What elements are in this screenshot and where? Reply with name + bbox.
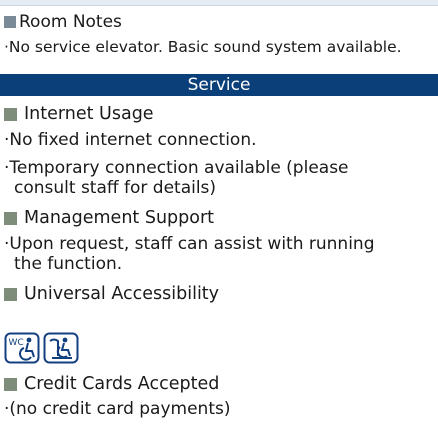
wheelchair-toilet-icon: WC bbox=[4, 332, 40, 364]
square-bullet-icon bbox=[4, 287, 17, 301]
service-header: Service bbox=[0, 74, 438, 96]
internet-usage-heading: Internet Usage bbox=[4, 104, 154, 124]
page: Room Notes ·No service elevator. Basic s… bbox=[0, 0, 438, 430]
internet-line-3: consult staff for details) bbox=[14, 178, 217, 198]
room-notes-title: Room Notes bbox=[19, 12, 122, 32]
square-bullet-icon bbox=[4, 107, 17, 121]
internet-line-1: ·No fixed internet connection. bbox=[4, 130, 257, 150]
accessibility-icons: WC bbox=[4, 332, 79, 364]
management-line-2: the function. bbox=[14, 254, 123, 274]
credit-cards-line-1: ·(no credit card payments) bbox=[4, 399, 231, 419]
management-line-1: ·Upon request, staff can assist with run… bbox=[4, 234, 375, 254]
top-divider bbox=[0, 0, 438, 6]
credit-cards-title: Credit Cards Accepted bbox=[24, 374, 220, 394]
management-support-title: Management Support bbox=[24, 208, 215, 228]
square-bullet-icon bbox=[4, 16, 16, 28]
wheelchair-access-icon bbox=[43, 332, 79, 364]
universal-accessibility-title: Universal Accessibility bbox=[24, 284, 220, 304]
universal-accessibility-heading: Universal Accessibility bbox=[4, 284, 219, 304]
room-notes-text: ·No service elevator. Basic sound system… bbox=[4, 38, 402, 56]
service-title: Service bbox=[187, 75, 251, 95]
square-bullet-icon bbox=[4, 377, 17, 391]
credit-cards-heading: Credit Cards Accepted bbox=[4, 374, 219, 394]
square-bullet-icon bbox=[4, 211, 17, 225]
management-support-heading: Management Support bbox=[4, 208, 214, 228]
room-notes-heading: Room Notes bbox=[4, 12, 122, 32]
internet-usage-title: Internet Usage bbox=[24, 104, 154, 124]
wc-label: WC bbox=[9, 338, 24, 348]
internet-line-2: ·Temporary connection available (please bbox=[4, 158, 349, 178]
